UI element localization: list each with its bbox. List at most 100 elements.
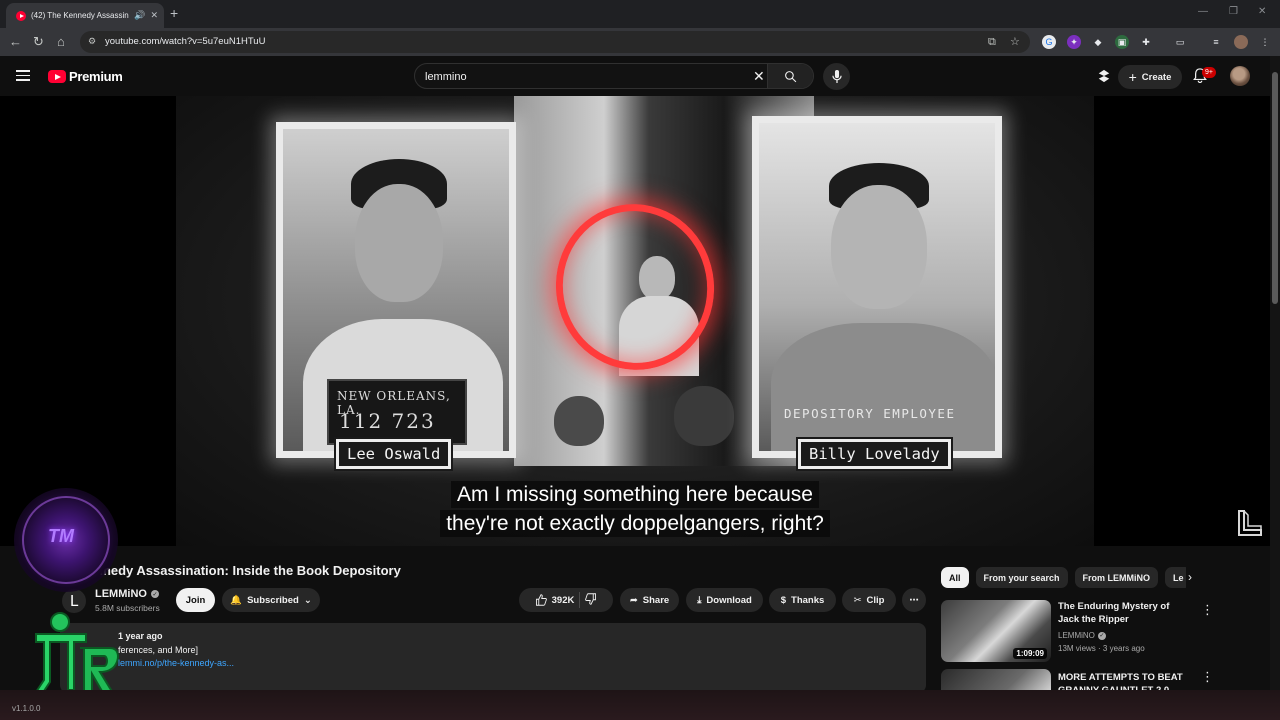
create-button[interactable]: + Create xyxy=(1118,65,1182,89)
browser-tab[interactable]: (42) The Kennedy Assassination 🔊 ✕ xyxy=(6,3,164,28)
thumbs-up-icon xyxy=(535,594,547,606)
like-dislike-group: 392K xyxy=(519,588,613,612)
recommendation-title[interactable]: MORE ATTEMPTS TO BEAT GRANNY GAUNTLET 2.… xyxy=(1058,671,1193,690)
minimize-icon[interactable]: — xyxy=(1198,6,1208,17)
scissors-icon: ✂ xyxy=(853,594,862,606)
address-bar[interactable]: ⚙ youtube.com/watch?v=5u7euN1HTuU ⧉ ☆ xyxy=(80,31,1030,53)
bookmark-star-icon[interactable]: ☆ xyxy=(1010,34,1020,50)
depository-employee-label: DEPOSITORY EMPLOYEE xyxy=(784,406,956,421)
chip-partial[interactable]: Le xyxy=(1165,567,1186,588)
close-window-icon[interactable]: ✕ xyxy=(1258,6,1266,17)
home-icon[interactable]: ⌂ xyxy=(57,34,65,50)
more-actions-button[interactable]: ⋯ xyxy=(902,588,926,612)
oswald-name-tag: Lee Oswald xyxy=(336,439,452,469)
clip-button[interactable]: ✂ Clip xyxy=(842,588,896,612)
thanks-label: Thanks xyxy=(791,594,825,606)
video-frame[interactable]: NEW ORLEANS, LA. 112 723 DEPOSITORY EMPL… xyxy=(176,96,1094,546)
video-player[interactable]: NEW ORLEANS, LA. 112 723 DEPOSITORY EMPL… xyxy=(0,96,1270,546)
clear-search-icon[interactable]: ✕ xyxy=(753,68,765,85)
download-button[interactable]: ⤓ Download xyxy=(686,588,763,612)
browser-toolbar: ← ↻ ⌂ ⚙ youtube.com/watch?v=5u7euN1HTuU … xyxy=(0,28,1280,56)
close-tab-icon[interactable]: ✕ xyxy=(150,10,158,21)
chip-from-lemmino[interactable]: From LEMMiNO xyxy=(1074,567,1159,588)
maximize-icon[interactable]: ❐ xyxy=(1229,6,1238,17)
lemmino-watermark-icon[interactable] xyxy=(1236,508,1264,543)
purple-extension-icon[interactable]: ✦ xyxy=(1067,35,1081,49)
chip-from-your-search[interactable]: From your search xyxy=(975,567,1068,588)
channel-name[interactable]: LEMMiNO ✓ xyxy=(95,588,159,600)
like-button[interactable]: 392K xyxy=(535,594,575,606)
description-meta: 1 year ago xyxy=(118,631,163,641)
install-app-icon[interactable]: ⧉ xyxy=(988,34,996,50)
youtube-premium-logo[interactable]: Premium xyxy=(48,69,123,84)
search-button[interactable] xyxy=(767,64,813,88)
extensions-puzzle-icon[interactable]: ✚ xyxy=(1139,35,1153,49)
grammarly-extension-icon[interactable]: G xyxy=(1042,35,1056,49)
caption-line-2: they're not exactly doppelgangers, right… xyxy=(440,510,830,537)
shorts-icon[interactable] xyxy=(1097,69,1111,88)
back-icon[interactable]: ← xyxy=(9,34,22,50)
chip-all[interactable]: All xyxy=(941,567,969,588)
thanks-button[interactable]: $ Thanks xyxy=(769,588,836,612)
video-title: nnedy Assassination: Inside the Book Dep… xyxy=(95,563,401,578)
like-count: 392K xyxy=(551,594,575,606)
more-vertical-icon[interactable]: ⋮ xyxy=(1201,669,1211,685)
new-tab-button[interactable]: + xyxy=(170,5,178,21)
youtube-favicon-icon xyxy=(16,10,26,21)
tab-search-icon[interactable]: ▭ xyxy=(1173,35,1187,49)
diamond-extension-icon[interactable]: ◆ xyxy=(1091,35,1105,49)
page-scrollbar[interactable] xyxy=(1270,56,1280,690)
more-vertical-icon[interactable]: ⋮ xyxy=(1201,602,1214,618)
plus-icon: + xyxy=(1128,69,1137,85)
caption-line-1: Am I missing something here because xyxy=(450,481,819,508)
recommendation-thumbnail[interactable] xyxy=(941,669,1051,690)
desktop-taskbar xyxy=(0,690,1280,720)
channel-name-text[interactable]: LEMMiNO xyxy=(95,588,147,600)
mugshot-board: NEW ORLEANS, LA. 112 723 xyxy=(327,379,467,445)
description-text: ferences, and More] xyxy=(118,645,199,655)
mugshot-line-2: 112 723 xyxy=(339,409,436,433)
oswald-mugshot-photo: NEW ORLEANS, LA. 112 723 xyxy=(276,122,516,458)
hamburger-menu-icon[interactable] xyxy=(16,70,30,82)
youtube-logo-icon xyxy=(48,70,66,83)
subscribed-button[interactable]: 🔔 Subscribed ⌄ xyxy=(222,588,320,612)
green-extension-icon[interactable]: ▣ xyxy=(1115,35,1129,49)
channel-avatar[interactable]: L xyxy=(62,589,86,613)
recommendation-channel-name[interactable]: LEMMiNO xyxy=(1058,631,1095,640)
recommendation-item[interactable]: MORE ATTEMPTS TO BEAT GRANNY GAUNTLET 2.… xyxy=(941,669,1211,690)
recommendation-thumbnail[interactable]: 1:09:09 xyxy=(941,600,1051,662)
verified-check-icon: ✓ xyxy=(1097,631,1106,640)
reading-list-icon[interactable]: ≡ xyxy=(1209,35,1223,49)
description-box[interactable]: 1 year ago ferences, and More] lemmi.no/… xyxy=(60,623,926,693)
browser-tab-strip: (42) The Kennedy Assassination 🔊 ✕ + — ❐… xyxy=(0,0,1280,28)
speaker-icon[interactable]: 🔊 xyxy=(134,10,145,21)
download-label: Download xyxy=(706,594,752,606)
join-button[interactable]: Join xyxy=(176,588,215,612)
description-link[interactable]: lemmi.no/p/the-kennedy-as... xyxy=(118,658,234,668)
voice-search-button[interactable] xyxy=(823,63,850,90)
dislike-button[interactable] xyxy=(585,592,597,608)
like-divider xyxy=(579,592,581,608)
scrollbar-thumb[interactable] xyxy=(1272,72,1278,304)
super-thanks-icon: $ xyxy=(780,594,787,606)
recommendation-title[interactable]: The Enduring Mystery of Jack the Ripper xyxy=(1058,600,1193,626)
share-button[interactable]: ➦ Share xyxy=(620,588,679,612)
search-box: ✕ xyxy=(414,63,814,89)
search-input[interactable] xyxy=(425,69,745,84)
account-avatar[interactable] xyxy=(1230,66,1250,86)
download-icon: ⤓ xyxy=(697,594,702,606)
recommendation-channel[interactable]: LEMMiNO ✓ xyxy=(1058,631,1106,640)
notification-count-badge: 9+ xyxy=(1202,67,1216,78)
create-label: Create xyxy=(1141,71,1172,83)
share-label: Share xyxy=(642,594,670,606)
streamer-overlay-orb: TM xyxy=(14,488,118,592)
site-info-icon[interactable]: ⚙ xyxy=(88,36,99,47)
reload-icon[interactable]: ↻ xyxy=(33,34,44,50)
browser-menu-icon[interactable]: ⋮ xyxy=(1258,35,1272,49)
chevron-right-icon[interactable]: › xyxy=(1188,570,1192,584)
recommendation-item[interactable]: 1:09:09 The Enduring Mystery of Jack the… xyxy=(941,600,1214,666)
overlay-text: TM xyxy=(48,526,74,546)
share-arrow-icon: ➦ xyxy=(629,594,638,606)
profile-avatar-icon[interactable] xyxy=(1234,35,1248,49)
video-duration: 1:09:09 xyxy=(1013,648,1047,659)
